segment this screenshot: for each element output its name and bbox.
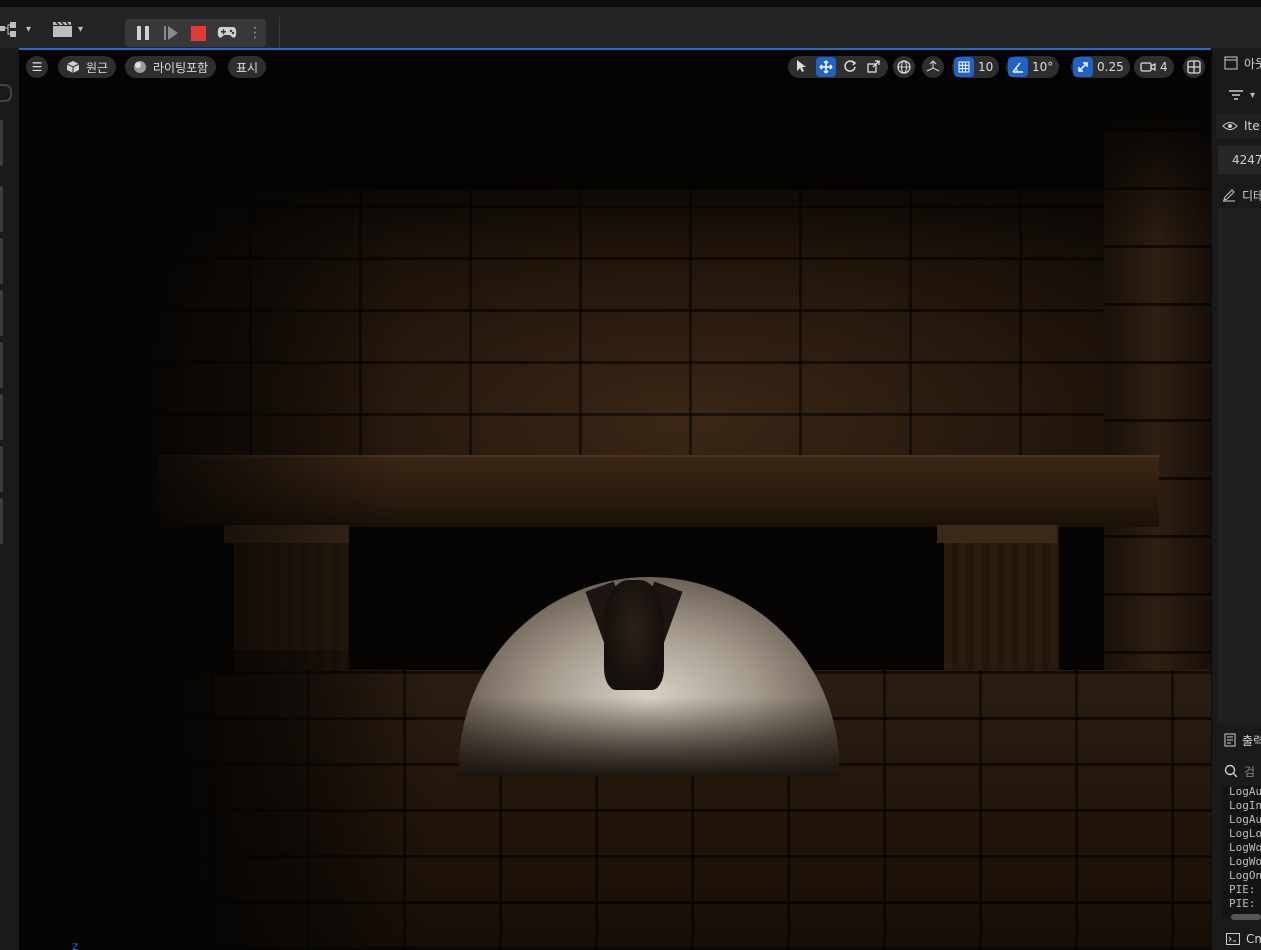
sidebar-tab[interactable] [0,238,3,284]
scale-snap-button[interactable]: 0.25 [1071,56,1130,78]
world-local-button[interactable] [893,56,915,78]
show-flags-button[interactable]: 표시 [228,56,267,78]
search-icon [1224,764,1238,778]
gamepad-icon [217,27,237,38]
mantel-cap-right [937,525,1057,543]
details-panel-body [1218,208,1261,723]
globe-icon [897,60,911,74]
view-mode-button[interactable]: 원근 [58,56,117,78]
title-strip [0,0,1261,7]
step-button[interactable] [162,19,180,47]
console-label: Cm [1246,932,1261,946]
rotation-snap-value: 10° [1032,60,1054,74]
rotate-icon[interactable] [840,59,860,76]
filter-icon [1229,90,1243,100]
possess-button[interactable] [216,19,238,47]
log-line: LogAu [1229,785,1261,798]
chevron-down-icon: ▾ [1250,89,1256,101]
item-count: 4247 [1232,153,1261,167]
scale-snap-value: 0.25 [1097,60,1124,74]
step-forward-icon [164,26,178,40]
console-command-button[interactable]: Cm [1226,930,1261,948]
lighting-mode-button[interactable]: 라이팅포함 [125,56,217,78]
alcove-shadow [459,697,839,777]
left-sidebar [0,48,19,950]
visibility-column[interactable]: Ite [1222,117,1261,135]
view-mode-label: 원근 [86,60,109,75]
pause-icon [137,26,149,40]
more-options-icon[interactable]: ⋮ [248,19,262,47]
layout-icon [1187,60,1201,74]
toolbar-divider [279,17,280,49]
viewport-menu-button[interactable]: ☰ [26,56,48,78]
outliner-icon [1224,56,1238,70]
pencil-icon [1223,189,1235,202]
level-viewport[interactable]: Z X Y [19,50,1211,950]
translate-icon[interactable] [816,57,836,77]
stop-button[interactable] [191,26,206,41]
chevron-down-icon: ▾ [78,23,84,35]
output-title: 출력 [1242,733,1261,748]
scale-snap-icon [1073,57,1093,77]
sidebar-tab[interactable] [0,342,3,388]
sidebar-tab[interactable] [0,290,3,336]
cinematics-button[interactable]: ▾ [52,15,83,43]
log-search-input[interactable]: 검 [1224,760,1261,782]
hamburger-icon: ☰ [31,60,43,74]
chevron-down-icon: ▾ [26,23,32,35]
log-line: PIE: [1229,883,1256,896]
search-placeholder: 검 [1244,764,1256,779]
surface-snap-icon [926,60,940,72]
item-label-column: Ite [1244,119,1260,133]
eye-icon [1222,122,1238,130]
mode-select-button[interactable]: ▾ [0,15,31,43]
filter-button[interactable]: ▾ [1228,84,1261,106]
cube-icon [66,61,80,73]
sidebar-tab[interactable] [0,394,3,440]
log-line: PIE: [1229,897,1256,910]
shadow-overlay [19,650,439,950]
log-line: LogIn [1229,799,1261,812]
main-toolbar: ▾ ▾ ⋮ [0,7,1261,49]
sidebar-tab[interactable] [0,498,3,544]
grid-snap-button[interactable]: 10 [952,56,1000,78]
viewport-layout-button[interactable] [1183,56,1205,78]
angle-icon [1008,57,1028,77]
axis-z-label: Z [72,943,79,950]
sidebar-tab[interactable] [0,446,3,492]
details-tab[interactable]: 디테 [1222,186,1261,204]
details-title: 디테 [1242,188,1261,203]
log-icon [1224,733,1236,747]
outliner-title: 아웃 [1244,56,1261,71]
sidebar-toggle[interactable] [0,84,12,102]
log-line: LogWo [1229,855,1261,868]
show-label: 표시 [236,60,259,75]
camera-speed-button[interactable]: 4 [1134,56,1174,78]
clapperboard-icon [53,21,72,37]
sidebar-tab[interactable] [0,120,3,166]
transform-tools-group [788,56,888,78]
rotation-snap-button[interactable]: 10° [1006,56,1060,78]
pause-button[interactable] [135,19,151,47]
grid-icon [954,57,974,77]
output-log-tab[interactable]: 출력 [1224,730,1261,750]
lit-sphere-icon [134,61,146,73]
select-icon[interactable] [792,59,812,76]
camera-speed-value: 4 [1160,60,1168,74]
log-scrollbar[interactable] [1231,914,1261,920]
log-line: LogOn [1229,869,1261,882]
log-line: LogWo [1229,841,1261,854]
hierarchy-icon [0,22,16,37]
log-line: LogLo [1229,827,1261,840]
gargoyle-statue [604,580,664,690]
surface-snap-button[interactable] [922,56,944,78]
grid-snap-value: 10 [978,60,994,74]
log-line: LogAu [1229,813,1261,826]
scale-icon[interactable] [864,59,884,76]
video-camera-icon [1140,62,1156,72]
outliner-tab[interactable]: 아웃 [1224,53,1261,73]
lighting-mode-label: 라이팅포함 [153,60,209,75]
terminal-icon [1226,933,1240,945]
sidebar-tab[interactable] [0,186,3,232]
